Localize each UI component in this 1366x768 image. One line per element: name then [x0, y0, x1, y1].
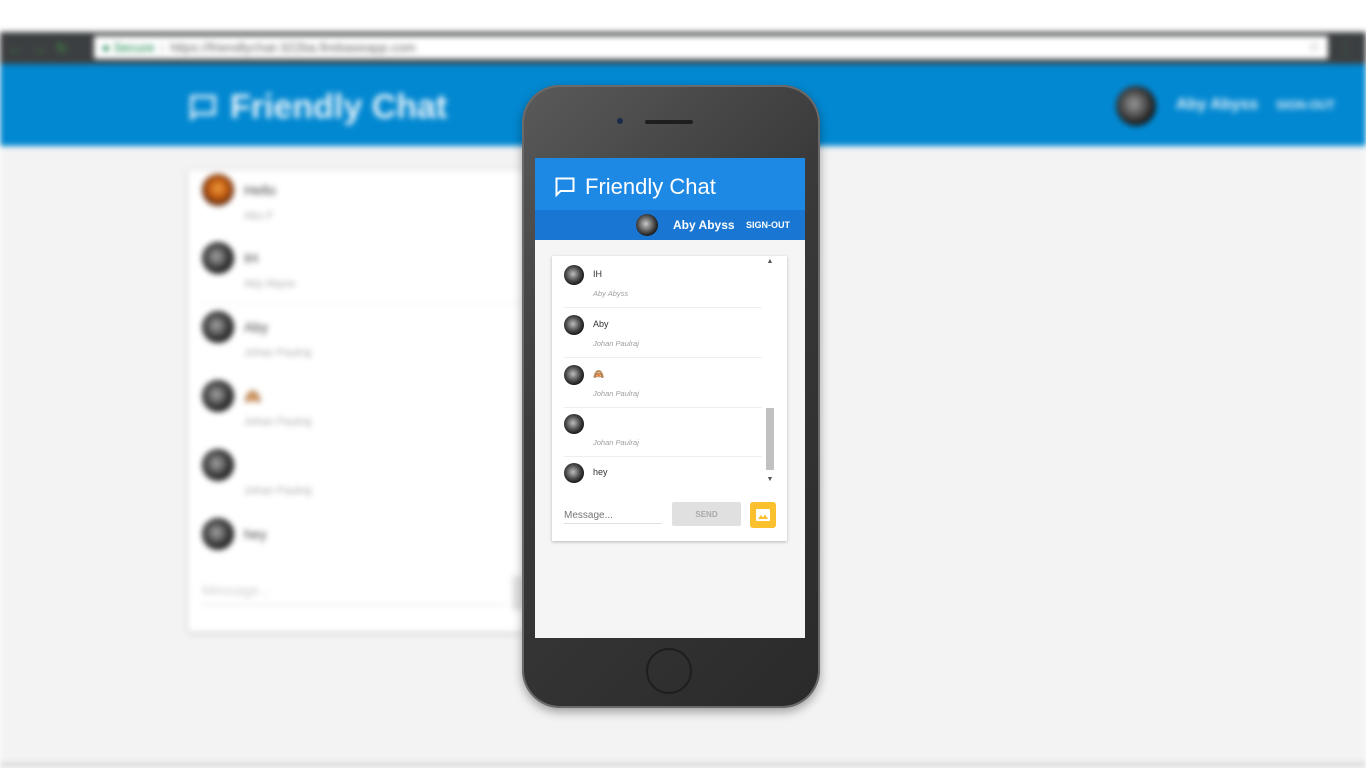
chat-bubble-icon — [190, 94, 216, 122]
message-text: hey — [244, 526, 267, 542]
bookmark-star-icon[interactable]: ☆ — [1308, 39, 1320, 55]
avatar — [564, 265, 584, 285]
phone-camera — [617, 118, 623, 124]
message-item: Aby Johan Paulraj — [564, 309, 764, 358]
chat-bubble-icon — [555, 177, 575, 198]
message-author: Johan Paulraj — [593, 389, 639, 398]
user-name: Aby Abyss — [673, 218, 735, 232]
desktop-app-title: Friendly Chat — [186, 88, 447, 127]
message-scrollbar[interactable]: ▲ ▼ — [764, 258, 776, 486]
message-text: Aby — [244, 319, 269, 335]
scroll-down-arrow-icon[interactable]: ▼ — [766, 476, 774, 484]
secure-lock-icon: ● — [102, 40, 114, 55]
scroll-thumb[interactable] — [766, 408, 774, 470]
upload-image-button[interactable] — [750, 502, 776, 528]
avatar — [202, 518, 234, 550]
user-avatar — [636, 214, 658, 236]
avatar — [202, 449, 234, 481]
message-author: Johan Paulraj — [593, 438, 639, 447]
avatar — [202, 242, 234, 274]
message-item: Johan Paulraj — [564, 408, 764, 457]
phone-screen: Friendly Chat Aby Abyss SIGN-OUT IH Aby … — [535, 158, 805, 638]
avatar — [564, 414, 584, 434]
sign-out-button[interactable]: SIGN-OUT — [746, 220, 790, 230]
url-text: https://friendlychat-322ba.firebaseapp.c… — [170, 40, 416, 55]
message-text: IH — [593, 269, 602, 279]
divider — [564, 307, 762, 308]
scroll-up-arrow-icon[interactable]: ▲ — [766, 258, 774, 266]
avatar — [202, 174, 234, 206]
message-list[interactable]: IH Aby Abyss Aby Johan Paulraj 🙈 Johan P… — [552, 256, 774, 488]
message-author: Johan Paulraj — [593, 339, 639, 348]
message-item: 🙈 Johan Paulraj — [564, 359, 764, 408]
message-text: 🙈 — [593, 369, 605, 379]
address-divider: | — [160, 40, 165, 55]
avatar — [564, 315, 584, 335]
message-author: Johan Paulraj — [244, 347, 312, 359]
avatar — [564, 365, 584, 385]
secure-label: Secure — [113, 40, 155, 55]
message-text: IH — [244, 250, 258, 266]
message-author: Johan Paulraj — [244, 485, 312, 497]
app-title-text: Friendly Chat — [585, 174, 716, 199]
avatar — [564, 463, 584, 483]
message-text: 🙈 — [244, 388, 262, 404]
desktop-horizontal-scrollbar[interactable] — [0, 762, 1366, 768]
address-bar[interactable]: ● Secure | https://friendlychat-322ba.fire… — [94, 36, 1328, 59]
divider — [564, 357, 762, 358]
message-text: hey — [593, 467, 608, 477]
avatar — [202, 380, 234, 412]
background-top-margin — [0, 0, 1366, 32]
desktop-message-input[interactable]: Message... — [202, 582, 506, 605]
message-author: Johan Paulraj — [244, 416, 312, 428]
browser-menu-icon[interactable]: ⋮ — [1338, 40, 1352, 57]
desktop-user-name: Aby Abyss — [1176, 96, 1259, 113]
image-icon — [756, 509, 770, 521]
message-text: Aby — [593, 319, 609, 329]
message-author: Abu F — [244, 210, 274, 222]
message-item: hey — [564, 457, 764, 488]
app-title: Friendly Chat — [553, 174, 716, 200]
phone-speaker — [645, 120, 693, 124]
browser-nav-buttons[interactable]: ←→↻ — [8, 40, 78, 57]
send-button[interactable]: SEND — [672, 502, 741, 526]
message-author: Aby Abyss — [593, 289, 629, 298]
message-author: Aby Abyss — [244, 278, 296, 290]
message-text: Hello — [244, 182, 276, 198]
messages-card: IH Aby Abyss Aby Johan Paulraj 🙈 Johan P… — [552, 256, 787, 541]
phone-home-button[interactable] — [646, 648, 692, 694]
desktop-sign-out-button[interactable]: SIGN-OUT — [1276, 98, 1335, 112]
message-input[interactable] — [564, 508, 662, 524]
message-item: IH Aby Abyss — [564, 259, 764, 308]
desktop-app-title-text: Friendly Chat — [230, 88, 448, 126]
desktop-user-avatar — [1116, 86, 1156, 126]
avatar — [202, 311, 234, 343]
